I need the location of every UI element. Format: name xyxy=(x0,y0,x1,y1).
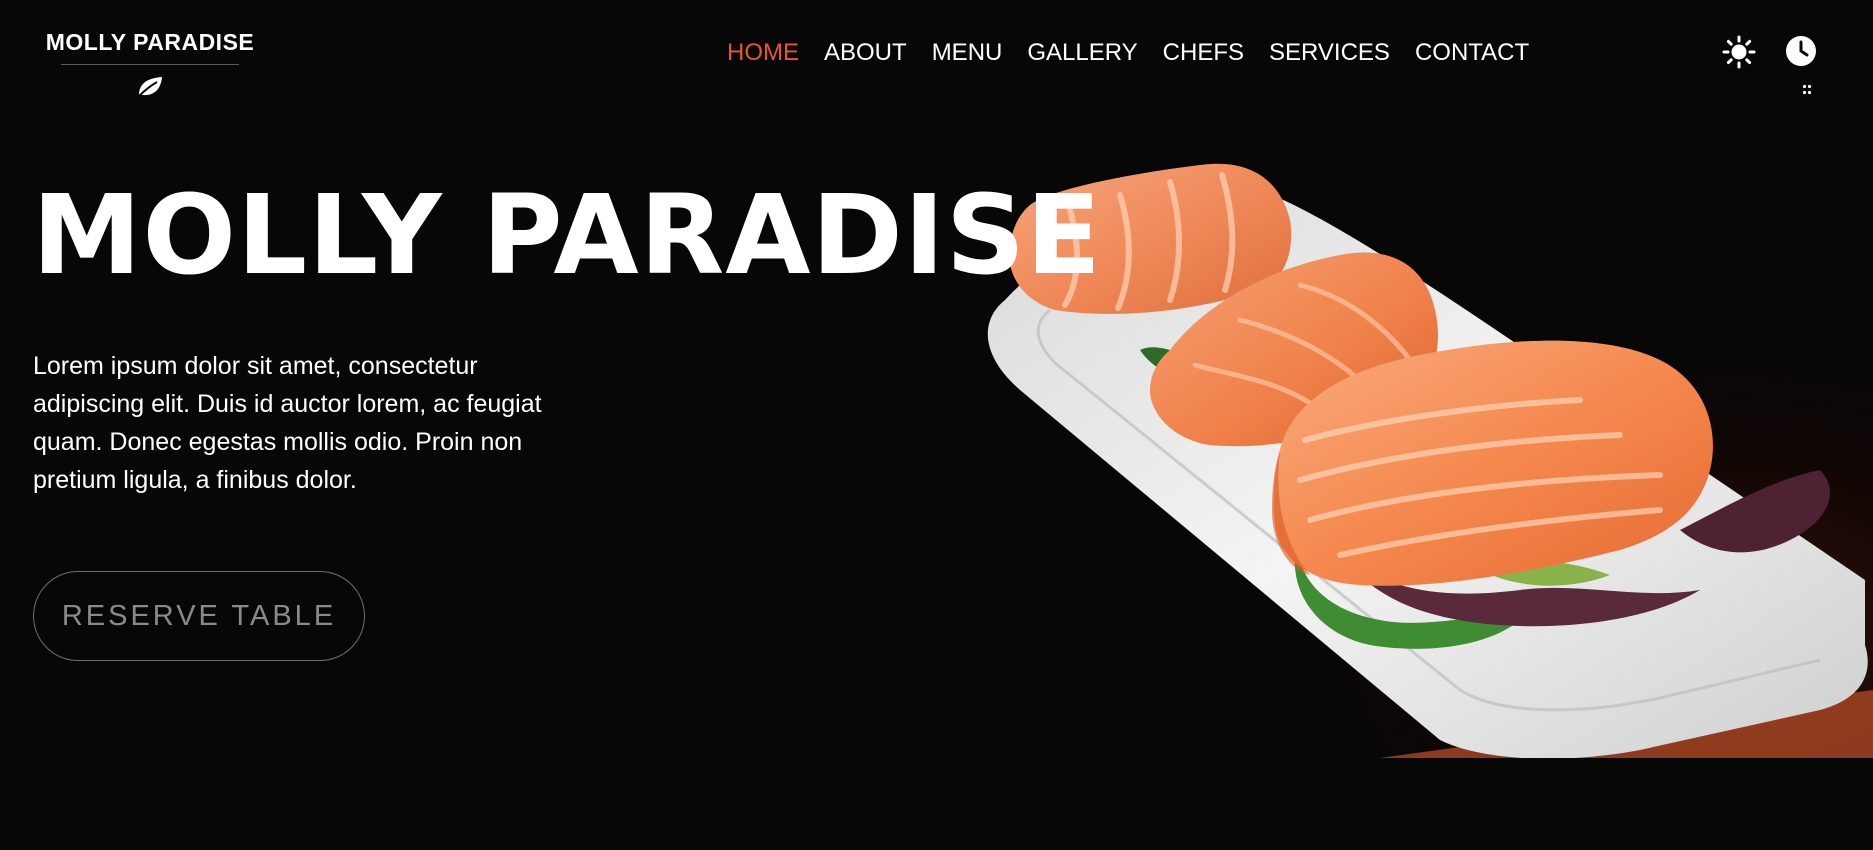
menu-dots-icon[interactable] xyxy=(1802,84,1812,96)
logo-divider xyxy=(61,64,239,65)
clock-icon[interactable] xyxy=(1785,35,1817,67)
nav-item-home[interactable]: HOME xyxy=(727,38,799,68)
main-nav: HOME ABOUT MENU GALLERY CHEFS SERVICES C… xyxy=(727,38,1529,68)
nav-item-about[interactable]: ABOUT xyxy=(824,38,907,68)
hero-title: MOLLY PARADISE xyxy=(32,171,1103,299)
nav-item-menu[interactable]: MENU xyxy=(932,38,1003,68)
reserve-table-button[interactable]: RESERVE TABLE xyxy=(33,571,365,661)
nav-item-chefs[interactable]: CHEFS xyxy=(1163,38,1244,68)
logo[interactable]: MOLLY PARADISE xyxy=(40,28,260,100)
hero-description: Lorem ipsum dolor sit amet, consectetur … xyxy=(33,352,542,494)
nav-item-services[interactable]: SERVICES xyxy=(1269,38,1390,68)
nav-item-contact[interactable]: CONTACT xyxy=(1415,38,1529,68)
nav-item-gallery[interactable]: GALLERY xyxy=(1027,38,1137,68)
logo-text: MOLLY PARADISE xyxy=(45,29,255,55)
leaf-icon xyxy=(137,77,162,98)
sun-icon[interactable] xyxy=(1722,35,1756,69)
